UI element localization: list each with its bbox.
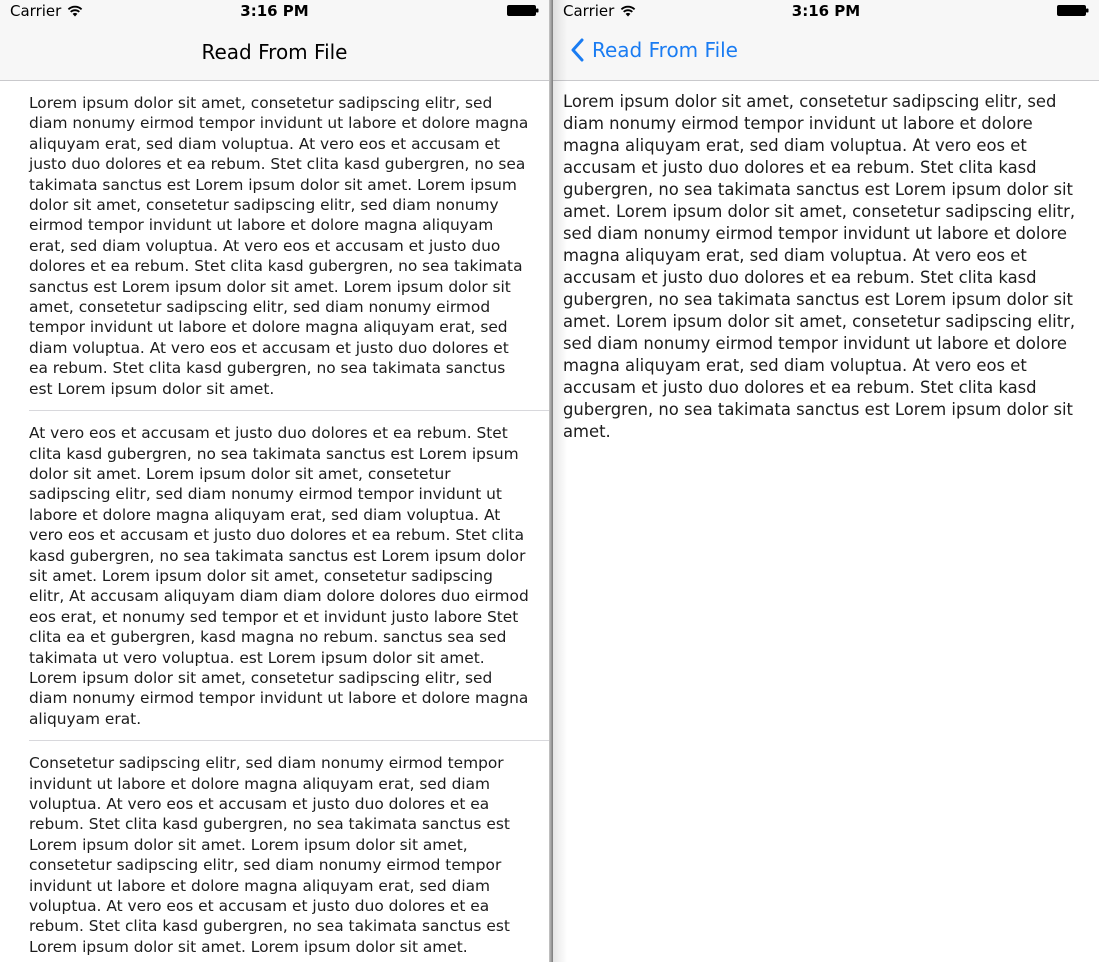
status-time: 3:16 PM	[240, 2, 309, 20]
battery-icon	[1057, 5, 1089, 16]
status-bar: Carrier 3:16 PM	[0, 0, 549, 22]
table-row[interactable]: Lorem ipsum dolor sit amet, consetetur s…	[0, 81, 549, 412]
navigation-bar: Carrier 3:16 PM Read From File	[0, 0, 549, 81]
battery-icon	[507, 5, 539, 16]
back-button[interactable]: Read From File	[571, 38, 738, 62]
detail-screen: Carrier 3:16 PM Read From File Lorem ips…	[553, 0, 1099, 962]
detail-text: Lorem ipsum dolor sit amet, consetetur s…	[563, 92, 1076, 441]
navigation-bar: Carrier 3:16 PM Read From File	[553, 0, 1099, 81]
simulator-stage: Carrier 3:16 PM Read From File Lorem ips…	[0, 0, 1099, 962]
text-table-view[interactable]: Lorem ipsum dolor sit amet, consetetur s…	[0, 81, 549, 962]
cell-text: Consetetur sadipscing elitr, sed diam no…	[29, 754, 510, 956]
table-row[interactable]: Consetetur sadipscing elitr, sed diam no…	[0, 741, 549, 962]
list-screen: Carrier 3:16 PM Read From File Lorem ips…	[0, 0, 549, 962]
cell-text: Lorem ipsum dolor sit amet, consetetur s…	[29, 94, 529, 398]
chevron-left-icon	[571, 38, 584, 62]
cell-text: At vero eos et accusam et justo duo dolo…	[29, 424, 529, 728]
nav-title: Read From File	[201, 40, 348, 64]
back-button-label: Read From File	[592, 38, 738, 62]
table-row[interactable]: At vero eos et accusam et justo duo dolo…	[0, 411, 549, 742]
status-time: 3:16 PM	[791, 2, 861, 20]
status-bar: Carrier 3:16 PM	[553, 0, 1099, 22]
